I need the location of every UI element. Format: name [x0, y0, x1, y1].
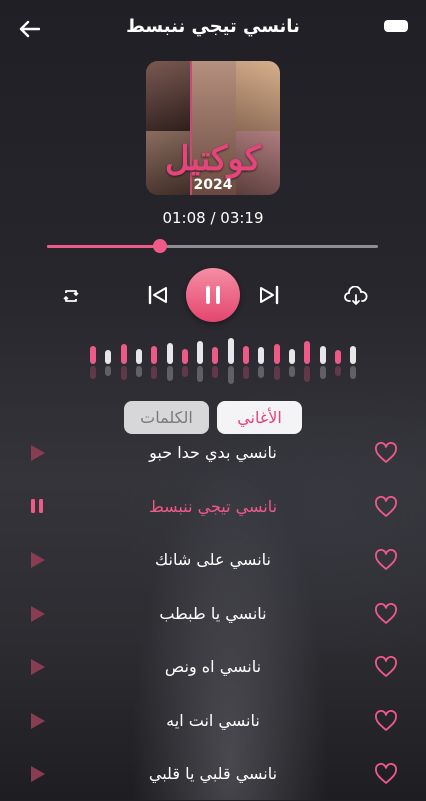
heart-icon[interactable]	[374, 709, 400, 734]
equalizer-bar	[197, 341, 203, 364]
equalizer-bar	[167, 343, 173, 364]
play-icon[interactable]	[30, 765, 48, 785]
playback-time: 01:08 / 03:19	[162, 209, 264, 227]
equalizer-bar	[243, 346, 249, 364]
skip-next-icon	[260, 285, 279, 305]
previous-button[interactable]	[145, 282, 171, 308]
menu-button[interactable]	[384, 20, 408, 32]
play-icon[interactable]	[30, 605, 48, 625]
song-title: نانسي انت ايه	[166, 710, 260, 730]
equalizer-bar	[304, 341, 310, 364]
equalizer-bar	[151, 346, 157, 364]
back-arrow-icon	[19, 20, 40, 38]
next-button[interactable]	[256, 282, 282, 308]
heart-icon[interactable]	[374, 495, 400, 520]
song-row[interactable]: نانسي على شانك	[0, 537, 426, 587]
equalizer-bar	[121, 344, 127, 364]
repeat-button[interactable]	[58, 283, 84, 309]
progress-fill	[47, 245, 160, 248]
cover-title: كوكتيل	[164, 139, 262, 179]
equalizer-bar	[90, 346, 96, 364]
pause-button[interactable]	[186, 268, 240, 322]
skip-previous-icon	[148, 285, 167, 305]
pause-icon[interactable]	[30, 498, 48, 518]
song-row[interactable]: نانسي تيجي ننبسط	[0, 484, 426, 534]
song-list: نانسي بدي حدا حبو نانسي تيجي ننبسط نانسي ع…	[0, 430, 426, 800]
song-row[interactable]: نانسي بدي حدا حبو	[0, 430, 426, 480]
equalizer-bar-reflection	[289, 366, 295, 377]
song-row[interactable]: نانسي اه ونص	[0, 644, 426, 694]
download-button[interactable]	[342, 282, 370, 310]
cover-year: 2024	[193, 177, 233, 193]
top-bar: نانسي تيجي ننبسط	[0, 0, 426, 56]
heart-icon[interactable]	[374, 549, 400, 573]
equalizer-bar	[350, 346, 356, 364]
song-title: نانسي بدي حدا حبو	[149, 443, 277, 462]
equalizer-bar-reflection	[167, 366, 173, 381]
song-row[interactable]: نانسي قلبي يا قلبي	[0, 751, 426, 801]
song-row[interactable]: نانسي يا طبطب	[0, 591, 426, 641]
equalizer-bar-reflection	[304, 366, 310, 382]
equalizer-bar	[320, 346, 326, 364]
page-title: نانسي تيجي ننبسط	[126, 16, 300, 37]
cloud-download-icon	[344, 286, 368, 305]
play-icon[interactable]	[30, 444, 48, 464]
song-title: نانسي على شانك	[155, 550, 271, 569]
equalizer-bar-reflection	[136, 366, 142, 377]
equalizer-bar-reflection	[335, 366, 341, 376]
equalizer-bar	[105, 350, 111, 364]
equalizer-bar	[258, 347, 264, 364]
equalizer-bar-reflection	[243, 366, 249, 379]
equalizer-bar	[212, 347, 218, 364]
progress-thumb[interactable]	[153, 239, 167, 253]
repeat-icon	[63, 290, 79, 302]
equalizer-bar-reflection	[121, 366, 127, 380]
equalizer-visualizer	[0, 330, 426, 390]
song-title: نانسي قلبي يا قلبي	[148, 764, 278, 783]
heart-icon[interactable]	[374, 656, 400, 680]
equalizer-bar-reflection	[151, 366, 157, 379]
equalizer-bar	[182, 349, 188, 364]
equalizer-bar-reflection	[320, 366, 326, 379]
pause-icon	[206, 286, 220, 304]
equalizer-bar-reflection	[274, 366, 280, 380]
album-cover: كوكتيل 2024	[146, 61, 280, 195]
equalizer-bar	[335, 350, 341, 364]
equalizer-bar-reflection	[228, 366, 234, 384]
equalizer-bar-reflection	[212, 366, 218, 378]
song-row[interactable]: نانسي انت ايه	[0, 698, 426, 748]
equalizer-bar	[274, 344, 280, 364]
song-title: نانسي اه ونص	[164, 657, 262, 676]
heart-icon[interactable]	[374, 442, 400, 466]
cover-photo	[236, 61, 280, 131]
play-icon[interactable]	[30, 551, 48, 571]
equalizer-bar-reflection	[197, 366, 203, 382]
heart-icon[interactable]	[374, 602, 400, 627]
equalizer-bar	[136, 349, 142, 364]
equalizer-bar	[289, 349, 295, 364]
equalizer-bar-reflection	[182, 366, 188, 377]
equalizer-bar-reflection	[105, 366, 111, 376]
equalizer-bar	[228, 338, 234, 364]
song-title: نانسي يا طبطب	[159, 603, 267, 623]
equalizer-bar-reflection	[350, 366, 356, 379]
play-icon[interactable]	[30, 712, 48, 732]
heart-icon[interactable]	[374, 763, 400, 787]
song-title: نانسي تيجي ننبسط	[148, 496, 278, 516]
equalizer-bar-reflection	[258, 366, 264, 378]
cover-photo	[146, 61, 190, 131]
back-button[interactable]	[14, 14, 44, 44]
play-icon[interactable]	[30, 658, 48, 678]
equalizer-bar-reflection	[90, 366, 96, 379]
